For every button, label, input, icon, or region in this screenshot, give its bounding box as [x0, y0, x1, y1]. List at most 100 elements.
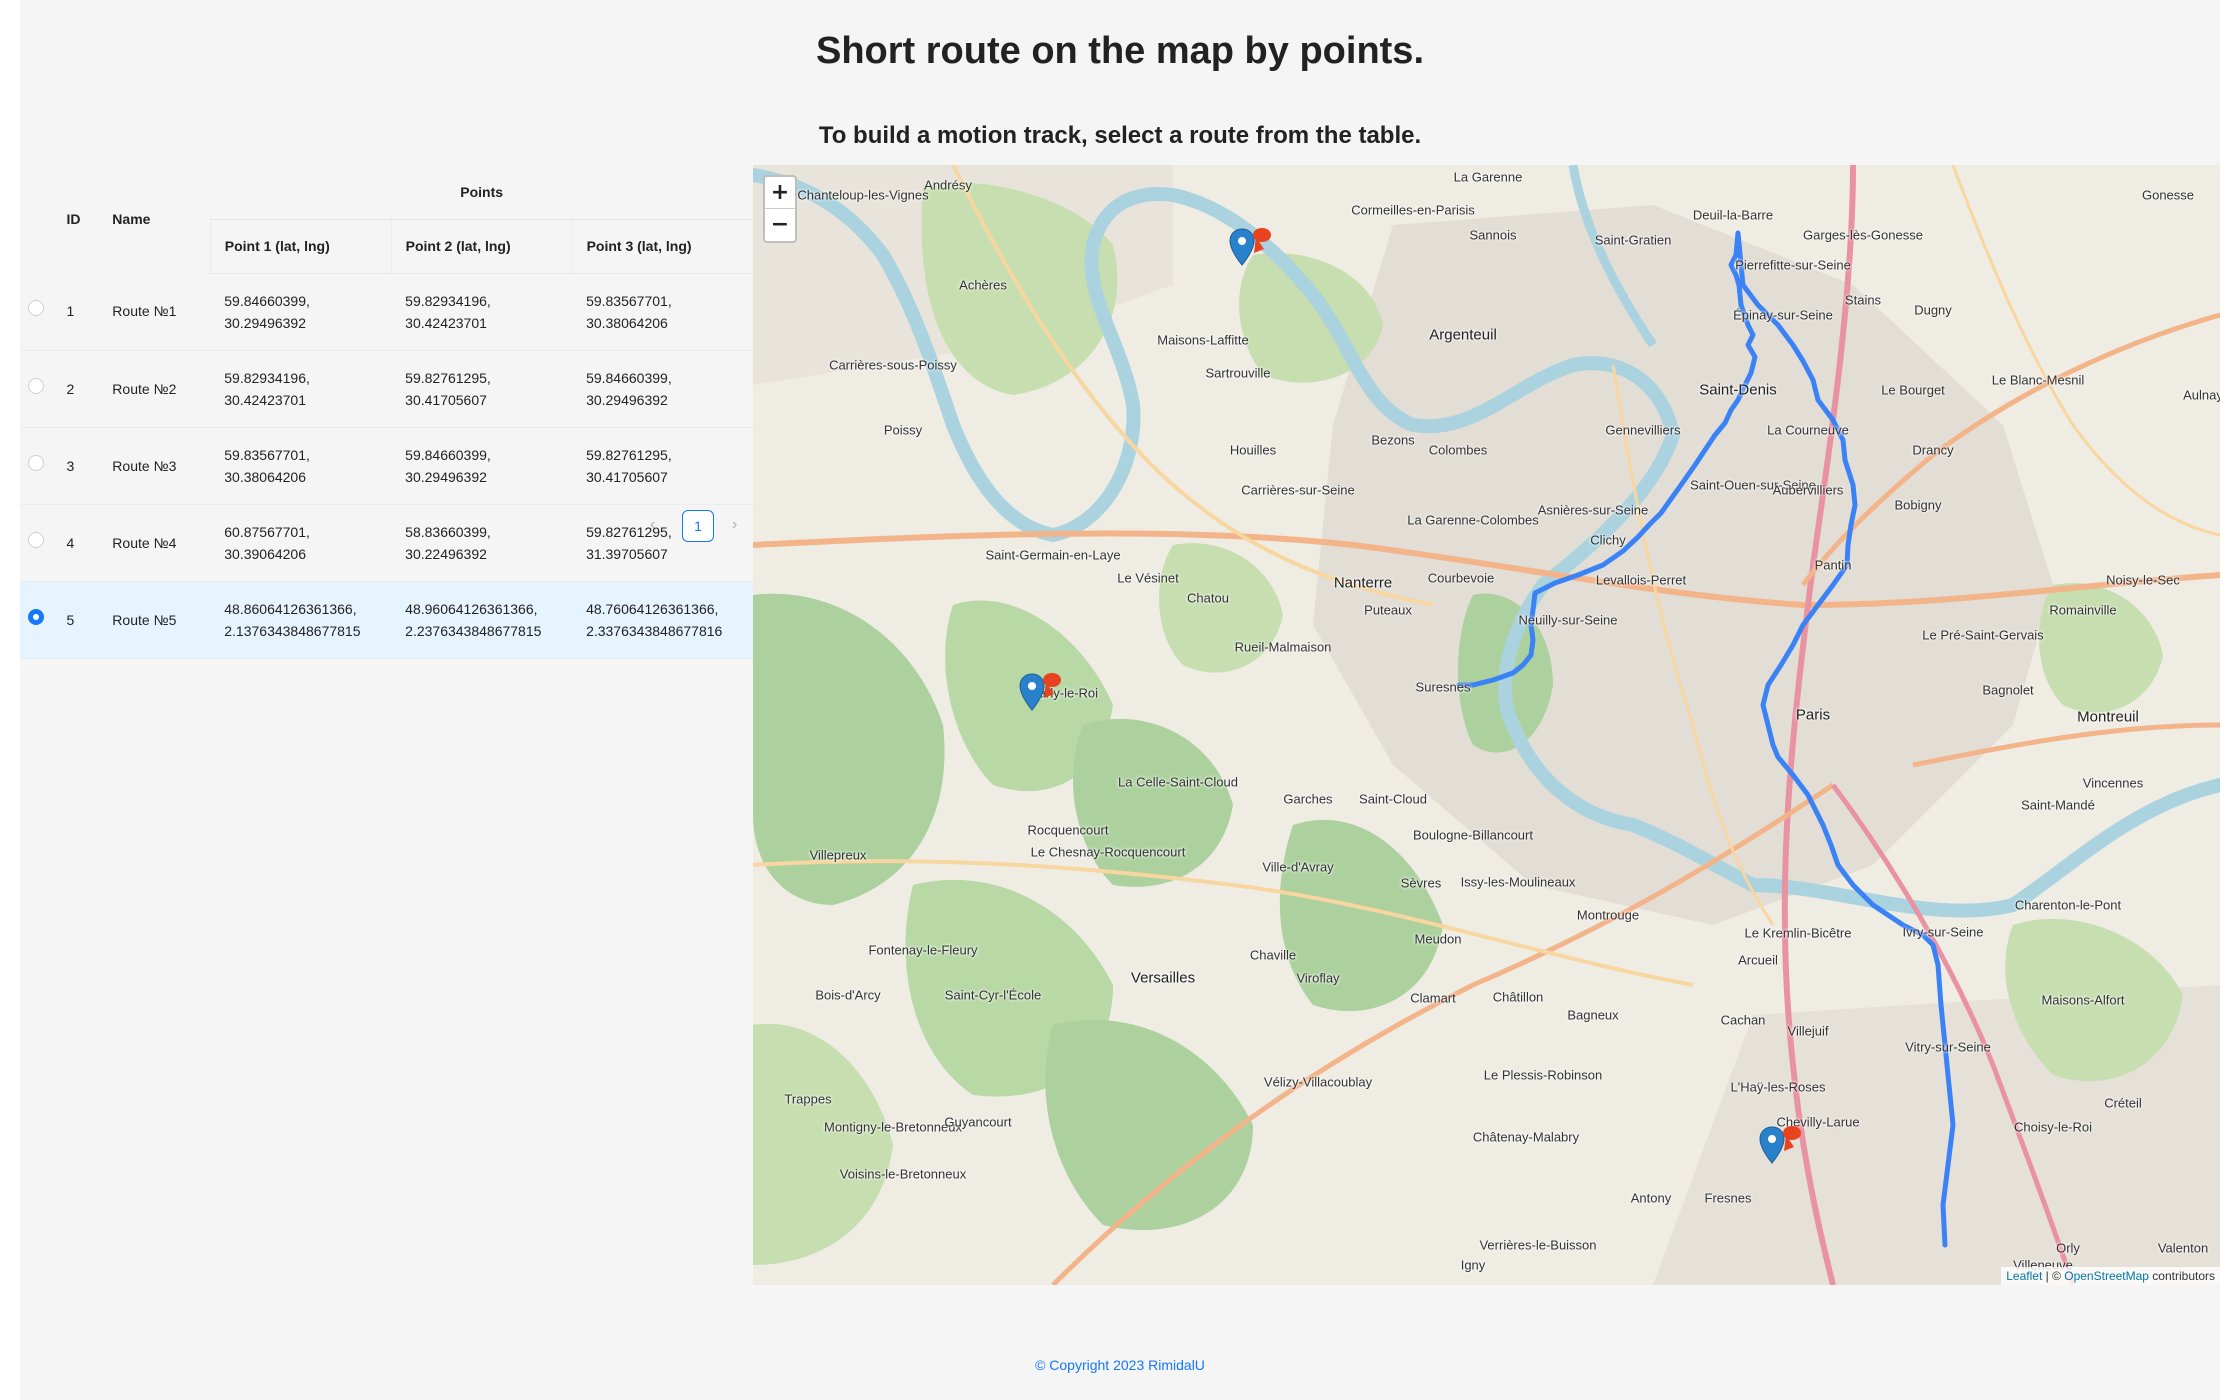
- map-place-label: Charenton-le-Pont: [2014, 897, 2122, 913]
- map-place-label: Chatou: [1187, 590, 1229, 606]
- row-point3: 59.82761295, 30.41705607: [586, 446, 672, 485]
- map-place-label: Vitry-sur-Seine: [1905, 1039, 1991, 1055]
- map-place-label: Courbevoie: [1427, 570, 1495, 586]
- table-row[interactable]: 2 Route №2 59.82934196, 30.42423701 59.82…: [20, 350, 753, 427]
- map-marker-point1[interactable]: [1018, 670, 1064, 720]
- row-radio[interactable]: [28, 300, 44, 317]
- table-row-selected[interactable]: 5 Route №5 48.86064126361366, 2.137634384…: [20, 581, 753, 658]
- map-place-label: Asnières-sur-Seine: [1537, 502, 1649, 518]
- map-place-label: Poissy: [883, 422, 923, 438]
- row-id: 2: [66, 380, 75, 397]
- openstreetmap-link[interactable]: OpenStreetMap: [2064, 1269, 2149, 1283]
- map-place-label: Chaville: [1249, 947, 1297, 963]
- map-place-label: Achères: [959, 277, 1007, 293]
- row-name: Route №2: [112, 380, 177, 397]
- map-place-label: Bagneux: [1567, 1007, 1619, 1023]
- row-id: 3: [66, 457, 75, 474]
- map-place-label: Montigny-le-Bretonneux: [823, 1119, 963, 1135]
- table-row[interactable]: 3 Route №3 59.83567701, 30.38064206 59.84…: [20, 427, 753, 504]
- map-place-label: Orly: [2056, 1240, 2080, 1256]
- column-header-id: ID: [66, 211, 81, 227]
- map-place-label: Châtillon: [1492, 989, 1544, 1005]
- map-place-label: Fontenay-le-Fleury: [868, 942, 978, 958]
- map-place-label: Dugny: [1914, 302, 1952, 318]
- map-place-label: Andrésy: [924, 177, 972, 193]
- map-place-label: Voisins-le-Bretonneux: [839, 1166, 967, 1182]
- row-radio[interactable]: [28, 377, 44, 394]
- row-point3: 59.83567701, 30.38064206: [586, 292, 672, 331]
- map-marker-point2[interactable]: [1228, 225, 1274, 275]
- map-attribution: Leaflet | © OpenStreetMap contributors: [2001, 1267, 2220, 1285]
- map-place-label: La Courneuve: [1767, 422, 1849, 438]
- page-subtitle: To build a motion track, select a route …: [818, 122, 1422, 149]
- map-marker-point3[interactable]: [1758, 1123, 1804, 1173]
- map-place-label: Chanteloup-les-Vignes: [797, 187, 929, 203]
- map-place-label: Viroflay: [1296, 970, 1340, 986]
- map-place-label: Gennevilliers: [1605, 422, 1681, 438]
- row-point1: 59.84660399, 30.29496392: [224, 292, 310, 331]
- map-place-label: Le Blanc-Mesnil: [1991, 372, 2085, 388]
- map-place-label: Deuil-la-Barre: [1692, 207, 1774, 223]
- row-point2: 59.82761295, 30.41705607: [405, 369, 491, 408]
- footer-copyright: © Copyright 2023 RimidalU: [1035, 1357, 1205, 1373]
- map-place-label: Le Bourget: [1881, 382, 1945, 398]
- map-place-label: Bezons: [1371, 432, 1415, 448]
- map-place-label: Saint-Gratien: [1594, 232, 1672, 248]
- map-place-label: Aubervilliers: [1772, 482, 1844, 498]
- map-place-label: Bois-d'Arcy: [815, 987, 881, 1003]
- map-place-label: Romainville: [2049, 602, 2117, 618]
- row-point1: 59.82934196, 30.42423701: [224, 369, 310, 408]
- row-radio-checked[interactable]: [28, 608, 44, 625]
- map-place-label: Nanterre: [1333, 574, 1393, 592]
- row-point2: 59.84660399, 30.29496392: [405, 446, 491, 485]
- map-place-label: Carrières-sur-Seine: [1241, 482, 1355, 498]
- map-place-label: Maisons-Alfort: [2041, 992, 2125, 1008]
- map-place-label: Sannois: [1469, 227, 1517, 243]
- map-place-label: Le Plessis-Robinson: [1483, 1067, 1603, 1083]
- pagination-prev-button[interactable]: ‹: [650, 516, 655, 534]
- map-place-label: Choisy-le-Roi: [2013, 1119, 2093, 1135]
- map-place-label: Sèvres: [1400, 875, 1442, 891]
- map-place-label: Valenton: [2157, 1240, 2209, 1256]
- row-id: 1: [66, 303, 75, 320]
- row-point3: 48.76064126361366, 2.3376343848677816: [586, 600, 723, 639]
- map-place-label: Bagnolet: [1982, 682, 2034, 698]
- map-place-label: Igny: [1460, 1257, 1486, 1273]
- map[interactable]: Chanteloup-les-Vignes Andrésy La Garenne Co…: [753, 165, 2220, 1285]
- map-place-label: Fresnes: [1704, 1190, 1752, 1206]
- page-title: Short route on the map by points.: [816, 30, 1424, 72]
- map-place-label: Neuilly-sur-Seine: [1518, 612, 1618, 628]
- map-place-label: Drancy: [1912, 442, 1954, 458]
- row-radio[interactable]: [28, 454, 44, 471]
- map-place-label: Montreuil: [2077, 708, 2139, 726]
- map-place-label: Ville-d'Avray: [1262, 859, 1334, 875]
- map-place-label: Villepreux: [809, 847, 867, 863]
- map-place-label: Meudon: [1414, 931, 1462, 947]
- leaflet-link[interactable]: Leaflet: [2006, 1269, 2042, 1283]
- map-place-label: Maisons-Laffitte: [1157, 332, 1249, 348]
- map-place-label: Levallois-Perret: [1595, 572, 1687, 588]
- zoom-out-button[interactable]: −: [765, 209, 795, 241]
- row-name: Route №1: [112, 303, 177, 320]
- map-place-label: Paris: [1795, 706, 1831, 724]
- map-place-label: Gonesse: [2141, 187, 2195, 203]
- column-header-point1: Point 1 (lat, lng): [209, 219, 392, 274]
- map-place-label: Clamart: [1410, 990, 1456, 1006]
- page: Short route on the map by points. To bui…: [20, 0, 2220, 1400]
- pagination-page-1[interactable]: 1: [682, 510, 714, 542]
- row-point2: 59.82934196, 30.42423701: [405, 292, 491, 331]
- map-place-label: Créteil: [2104, 1095, 2142, 1111]
- map-place-label: Noisy-le-Sec: [2106, 572, 2180, 588]
- map-place-label: Antony: [1630, 1190, 1672, 1206]
- map-place-label: La Garenne: [1453, 169, 1523, 185]
- zoom-in-button[interactable]: +: [765, 177, 795, 209]
- map-place-label: Saint-Denis: [1699, 381, 1777, 399]
- table-row[interactable]: 1 Route №1 59.84660399, 30.29496392 59.82…: [20, 273, 753, 350]
- pagination-next-button[interactable]: ›: [732, 516, 737, 534]
- map-place-label: Vincennes: [2082, 775, 2144, 791]
- row-point1: 48.86064126361366, 2.1376343848677815: [224, 600, 361, 639]
- map-place-label: Pierrefitte-sur-Seine: [1735, 257, 1851, 273]
- map-place-label: Trappes: [784, 1091, 832, 1107]
- map-place-label: Bobigny: [1894, 497, 1942, 513]
- map-place-label: Clichy: [1590, 532, 1626, 548]
